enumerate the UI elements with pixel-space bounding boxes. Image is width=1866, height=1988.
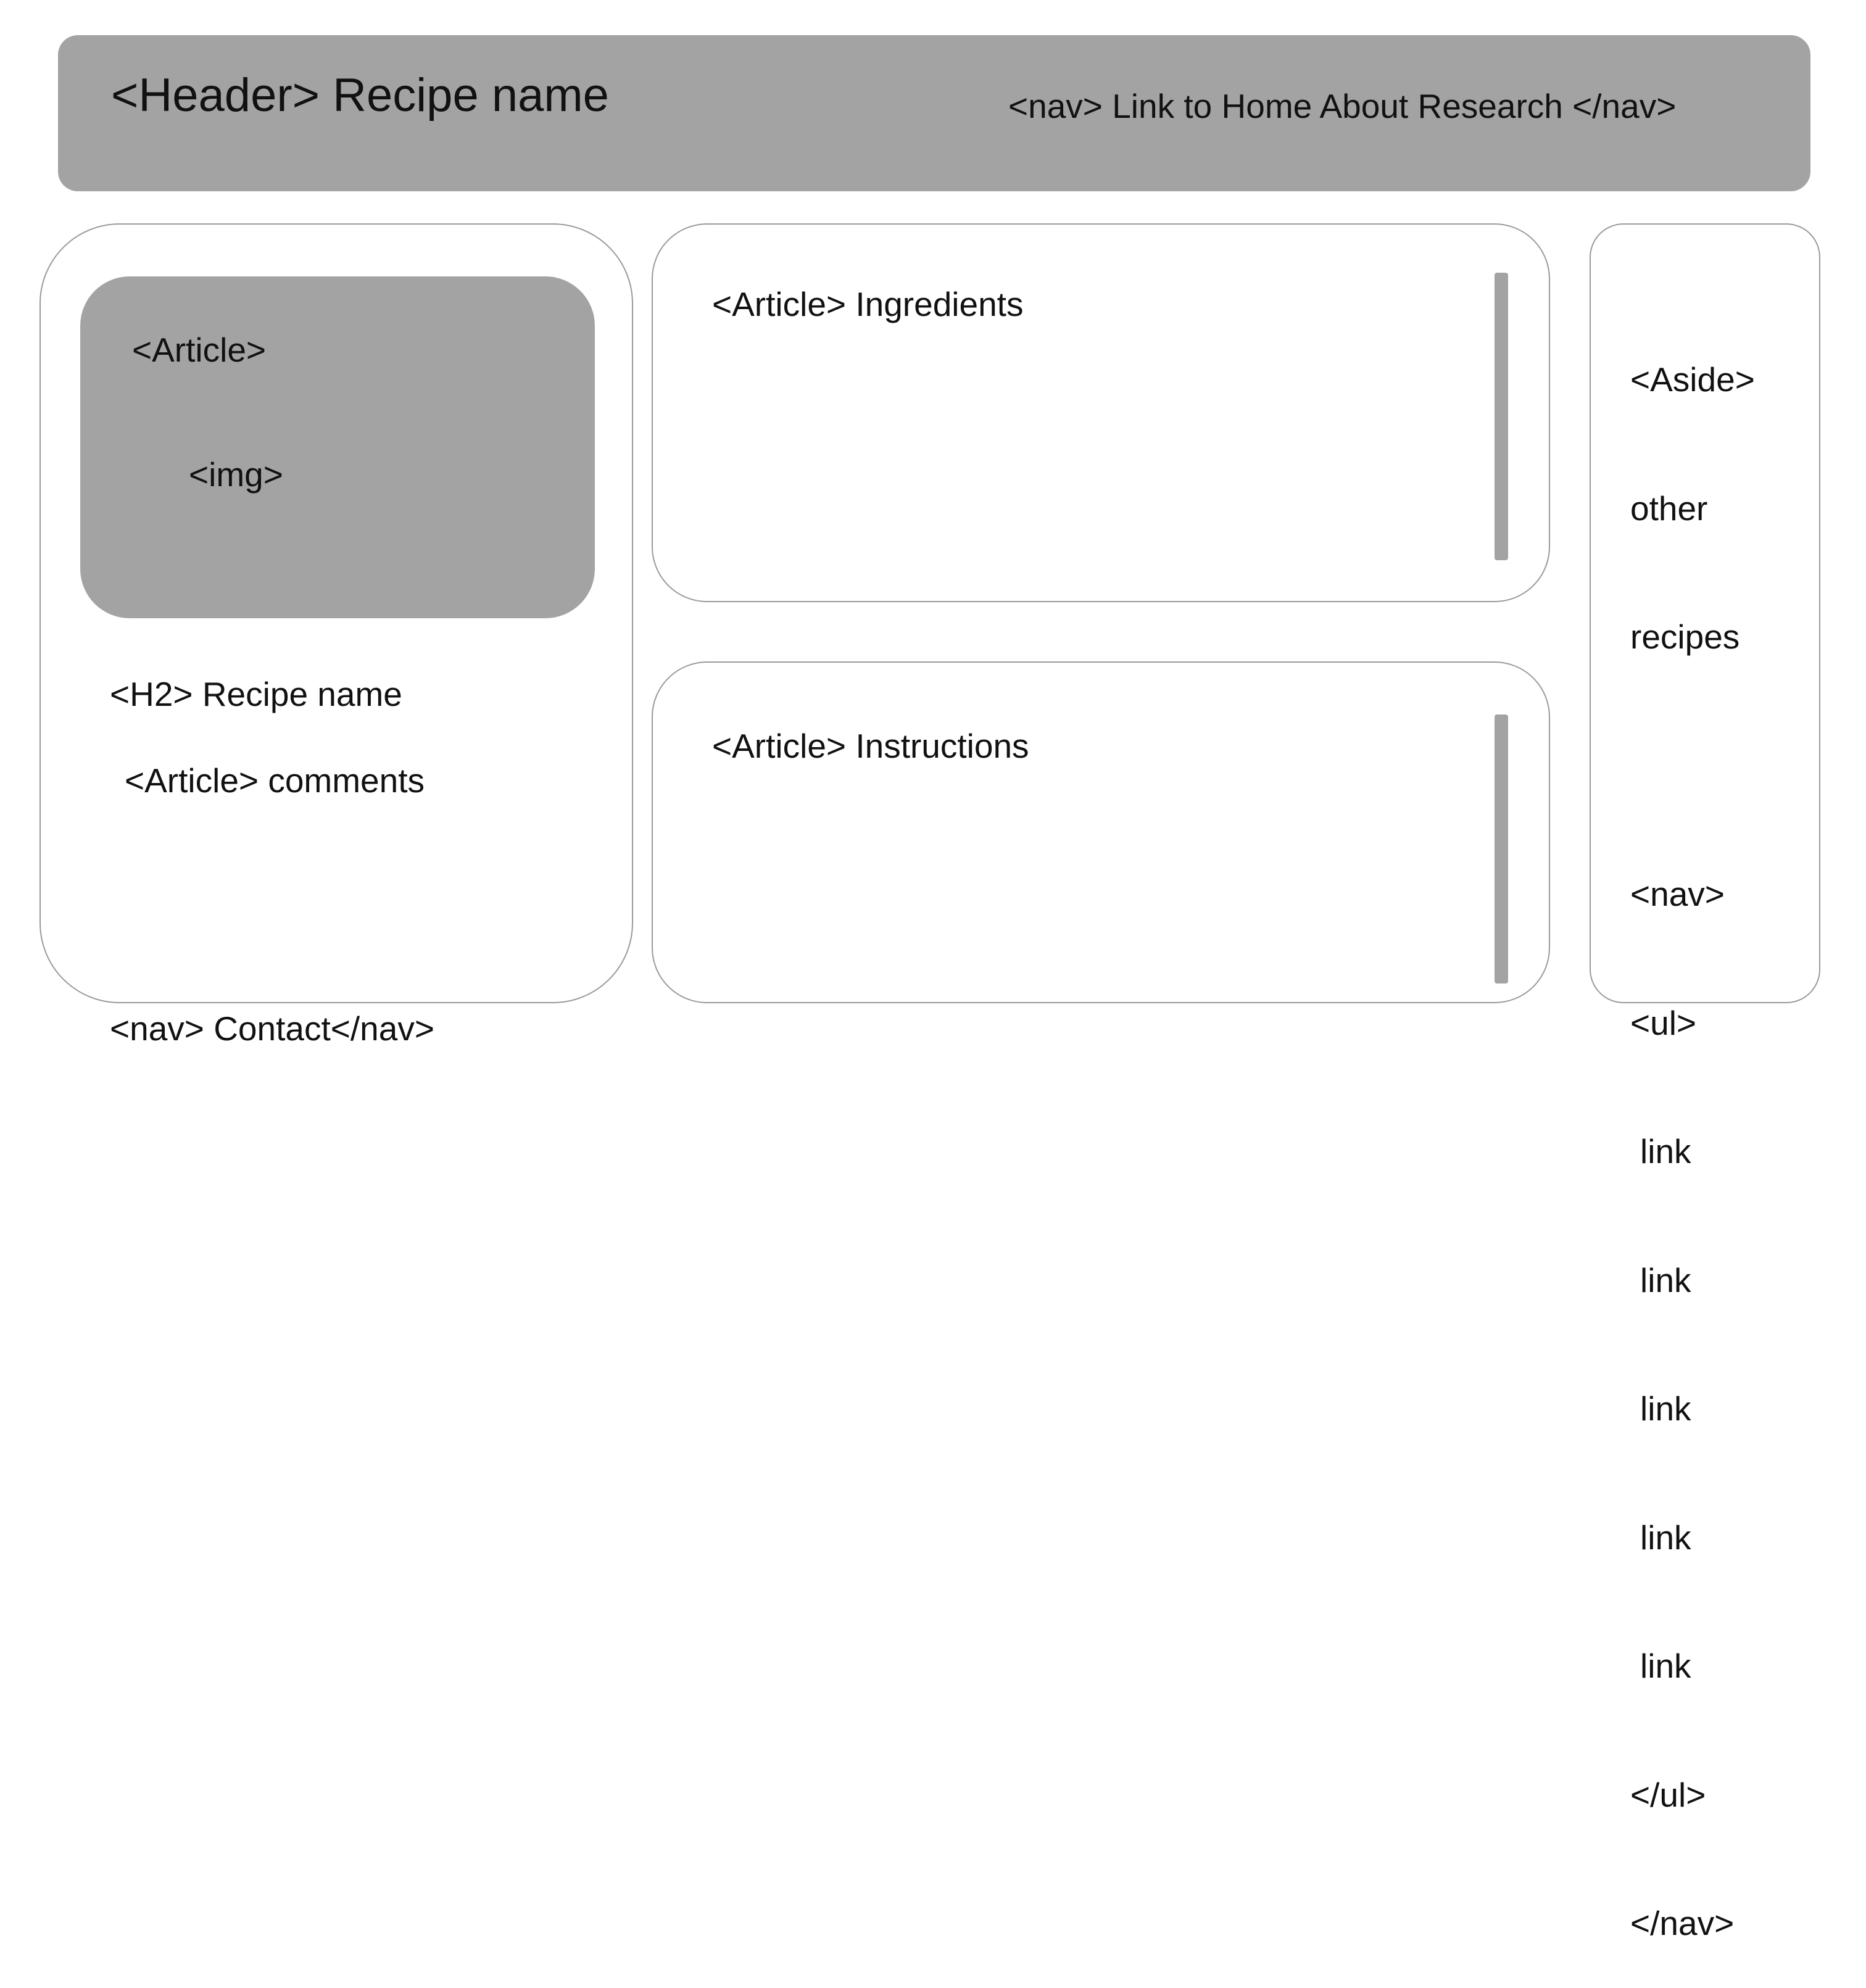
- aside-nav-close: </nav>: [1630, 1904, 1735, 1942]
- img-label: <img>: [189, 455, 283, 494]
- aside-link-4[interactable]: link: [1630, 1517, 1755, 1560]
- instructions-label: <Article> Instructions: [712, 727, 1029, 765]
- image-placeholder-block: [80, 276, 595, 618]
- aside-link-5[interactable]: link: [1630, 1645, 1755, 1688]
- header-nav[interactable]: <nav> Link to Home About Research </nav>: [1008, 89, 1676, 123]
- h2-recipe-name-label: <H2> Recipe name: [110, 675, 402, 713]
- article-label: <Article>: [132, 331, 267, 369]
- ingredients-scrollbar[interactable]: [1495, 273, 1508, 560]
- aside-link-3[interactable]: link: [1630, 1388, 1755, 1431]
- aside-ul-open: <ul>: [1630, 1003, 1697, 1042]
- aside-spacer: [1630, 745, 1755, 788]
- footer-contact-nav[interactable]: <nav> Contact</nav>: [110, 1012, 434, 1046]
- aside-nav-open: <nav>: [1630, 875, 1725, 913]
- header-bar: <Header> Recipe name <nav> Link to Home …: [58, 35, 1810, 191]
- aside-ul-close: </ul>: [1630, 1775, 1706, 1814]
- aside-link-1[interactable]: link: [1630, 1130, 1755, 1174]
- aside-other-text: other: [1630, 489, 1708, 528]
- ingredients-label: <Article> Ingredients: [712, 285, 1024, 323]
- aside-label: <Aside>: [1630, 360, 1755, 399]
- aside-recipes-text: recipes: [1630, 618, 1740, 656]
- aside-content: <Aside> other recipes <nav> <ul> link li…: [1630, 273, 1755, 1988]
- header-title: <Header> Recipe name: [111, 69, 609, 122]
- ingredients-panel: [652, 223, 1550, 602]
- instructions-panel: [652, 661, 1550, 1003]
- aside-link-2[interactable]: link: [1630, 1259, 1755, 1303]
- instructions-scrollbar[interactable]: [1495, 714, 1508, 984]
- comments-article-label: <Article> comments: [125, 761, 425, 800]
